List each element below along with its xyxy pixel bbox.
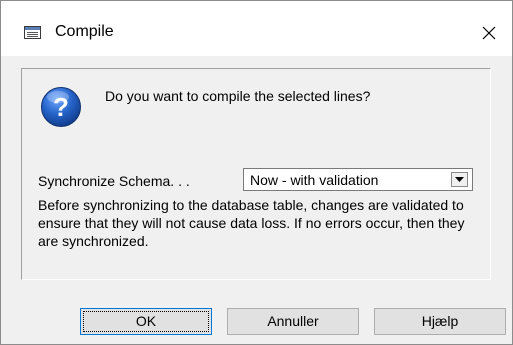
window-title: Compile xyxy=(55,23,114,40)
ok-button[interactable]: OK xyxy=(80,308,212,335)
window-app-icon xyxy=(24,26,41,39)
synchronize-schema-value: Now - with validation xyxy=(250,172,379,188)
sync-description: Before synchronizing to the database tab… xyxy=(38,197,465,249)
synchronize-schema-label: Synchronize Schema. . . xyxy=(38,173,190,189)
help-button-label: Hjælp xyxy=(421,313,459,329)
title-bar: Compile xyxy=(1,1,512,56)
cancel-button-label: Annuller xyxy=(267,313,319,329)
svg-text:?: ? xyxy=(53,92,69,122)
close-button[interactable] xyxy=(475,19,503,47)
ok-button-label: OK xyxy=(135,313,157,329)
question-message: Do you want to compile the selected line… xyxy=(105,88,371,104)
dropdown-arrow-button[interactable] xyxy=(451,172,468,187)
help-button[interactable]: Hjælp xyxy=(374,308,506,335)
chevron-down-icon xyxy=(455,177,464,182)
question-icon: ? xyxy=(41,87,81,127)
compile-dialog: Compile ? Do you want to compile the sel… xyxy=(0,0,513,345)
synchronize-schema-select[interactable]: Now - with validation xyxy=(243,168,473,191)
close-icon xyxy=(482,26,496,40)
cancel-button[interactable]: Annuller xyxy=(227,308,359,335)
